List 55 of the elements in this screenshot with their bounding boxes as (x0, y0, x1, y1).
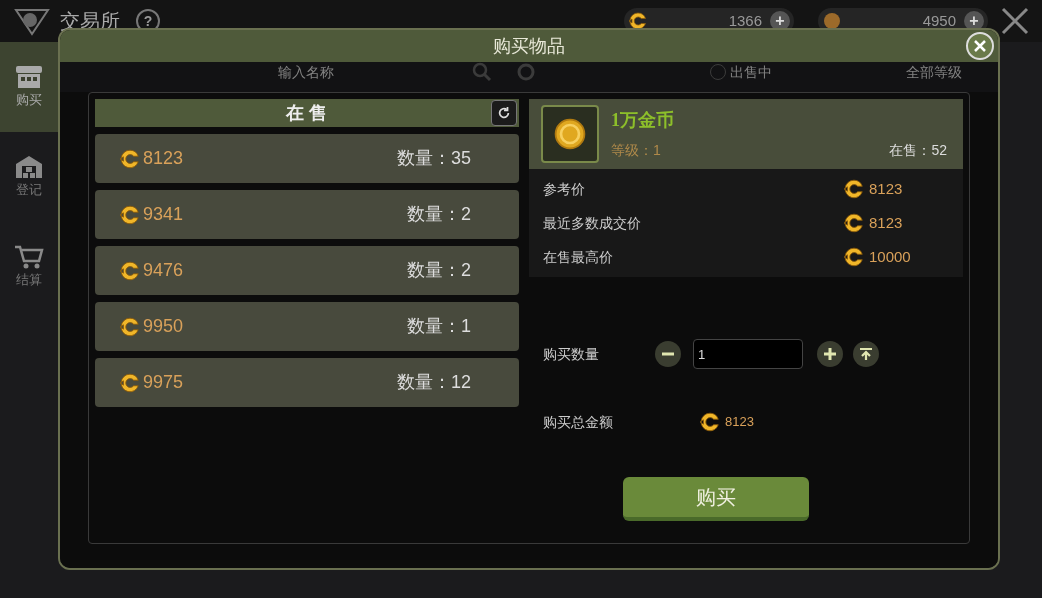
decrease-button[interactable] (655, 341, 681, 367)
price-label: 在售最高价 (543, 247, 614, 267)
search-field[interactable]: 输入名称 (278, 61, 448, 83)
coin-icon (119, 147, 141, 170)
bronze-coin-icon (822, 11, 842, 31)
coin-icon (843, 212, 865, 234)
price-value: 10000 (869, 246, 911, 267)
refresh-button[interactable] (491, 100, 517, 126)
price-label: 最近多数成交价 (543, 213, 642, 233)
listing-row[interactable]: 9950 数量：1 (95, 302, 519, 351)
close-button[interactable] (966, 32, 994, 60)
dialog-title: 购买物品 (493, 34, 565, 58)
price-value: 8123 (869, 212, 903, 233)
coin-icon (119, 371, 141, 394)
coin-icon (843, 178, 865, 200)
listing-row[interactable]: 8123 数量：35 (95, 134, 519, 183)
checkbox-label: 出售中 (730, 62, 772, 82)
currency-amount: 1366 (727, 10, 763, 31)
warehouse-icon (14, 154, 44, 181)
total-label: 购买总金额 (543, 412, 614, 432)
add-currency-button[interactable]: + (770, 11, 790, 31)
quantity-field[interactable]: 1 (693, 339, 803, 369)
listing-row[interactable]: 9975 数量：12 (95, 358, 519, 407)
total-value: 8123 (725, 413, 754, 432)
arrow-to-top-icon (859, 347, 873, 361)
price-label: 参考价 (543, 179, 586, 199)
sidebar-tab[interactable]: 购买 (0, 42, 58, 132)
level-dropdown[interactable]: 全部等级 (906, 61, 962, 83)
coin-icon (699, 411, 721, 433)
sidebar-tab[interactable]: 结算 (0, 222, 58, 312)
coin-icon (119, 315, 141, 338)
quantity-label: 购买数量 (543, 344, 600, 364)
coin-icon (119, 259, 141, 282)
coin-icon (843, 246, 865, 268)
add-currency-button[interactable]: + (964, 11, 984, 31)
on-sale-count: 在售：52 (889, 141, 947, 160)
shop-icon (14, 64, 44, 91)
coin-icon (628, 11, 648, 31)
coin-icon (119, 203, 141, 226)
search-icon (472, 62, 492, 82)
sidebar-tab[interactable]: 登记 (0, 132, 58, 222)
increase-button[interactable] (817, 341, 843, 367)
item-name: 1万金币 (611, 109, 675, 132)
coin-item-icon (552, 116, 588, 152)
item-level: 等级：1 (611, 141, 661, 160)
listing-row[interactable]: 9476 数量：2 (95, 246, 519, 295)
max-button[interactable] (853, 341, 879, 367)
listing-title: 在 售 (286, 101, 328, 125)
plus-icon (823, 347, 837, 361)
cart-icon (14, 244, 44, 271)
price-value: 8123 (869, 178, 903, 199)
close-icon (973, 39, 987, 53)
currency-amount: 4950 (921, 10, 957, 31)
buy-button[interactable]: 购买 (623, 477, 809, 521)
listing-row[interactable]: 9341 数量：2 (95, 190, 519, 239)
